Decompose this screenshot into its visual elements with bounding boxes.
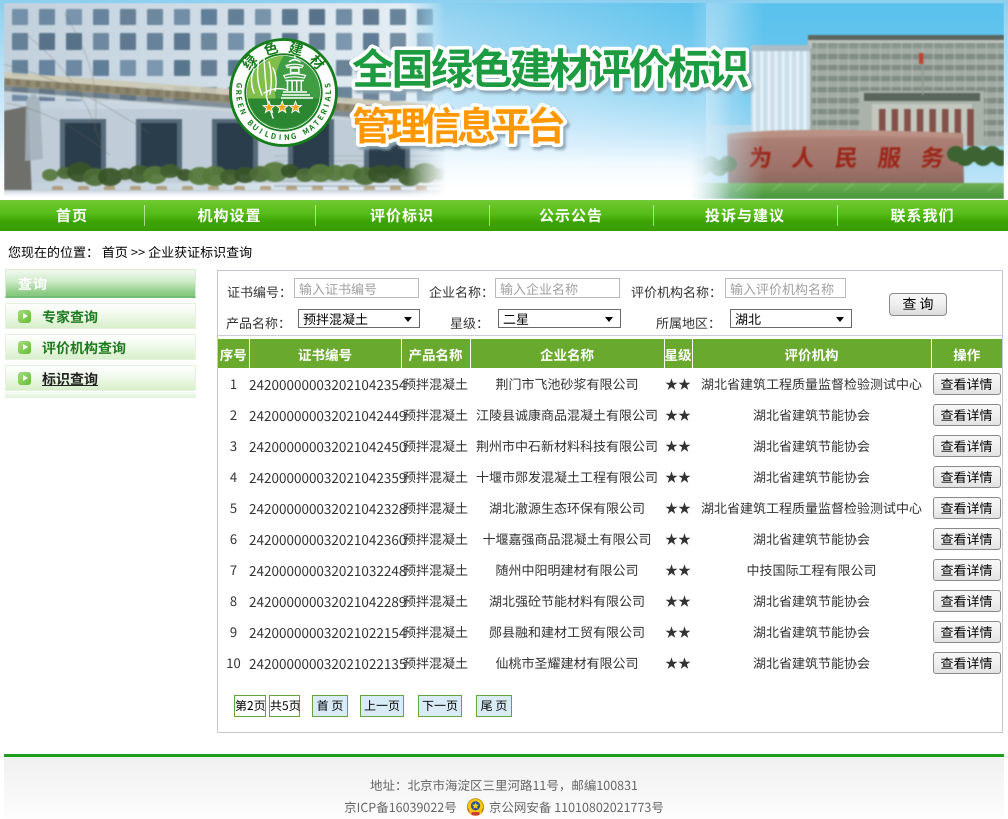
svg-text:L: L <box>323 89 334 94</box>
svg-text:R: R <box>233 90 244 95</box>
svg-text:管理信息平台: 管理信息平台 <box>352 96 564 152</box>
svg-text:全国绿色建材评价标识: 全国绿色建材评价标识 <box>352 36 749 97</box>
